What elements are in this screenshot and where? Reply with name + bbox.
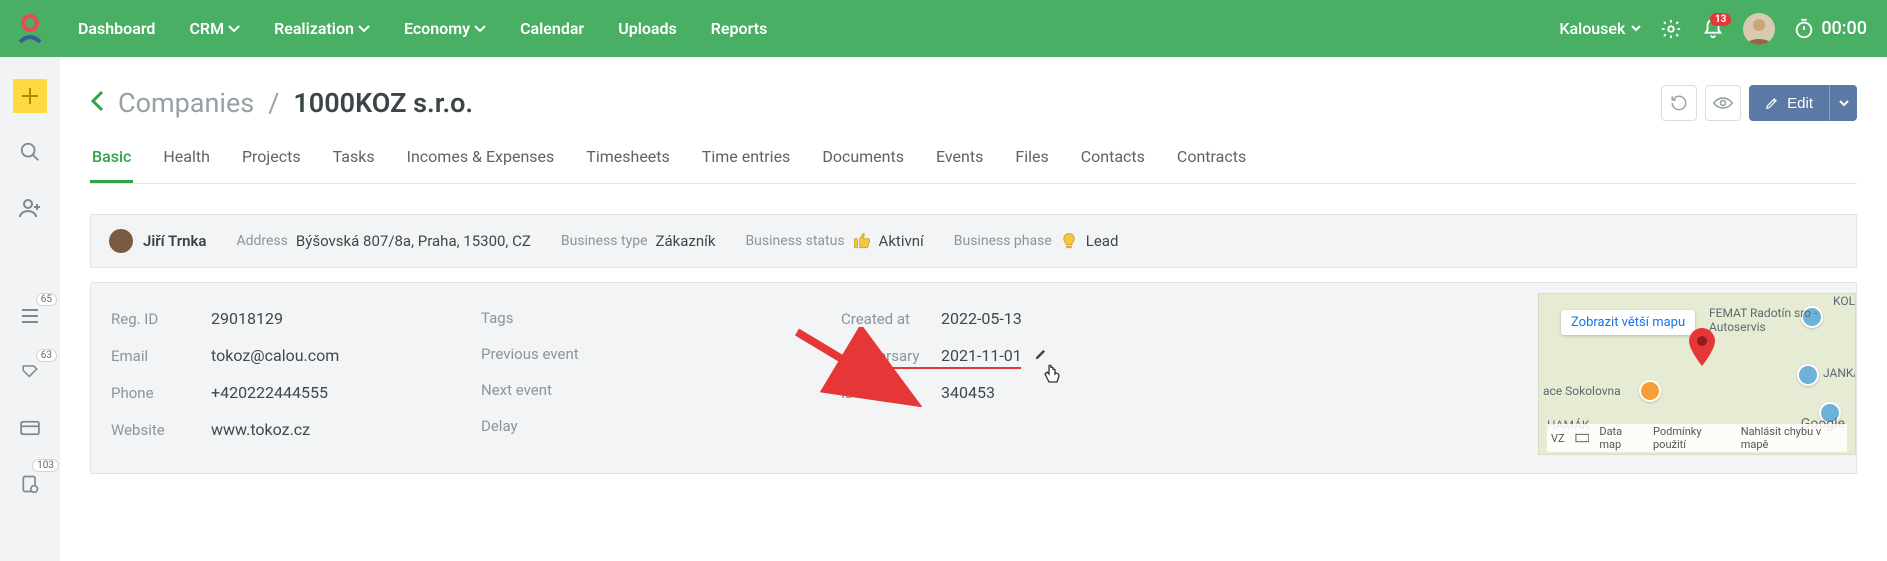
row-next-event: Next event <box>481 381 841 399</box>
edit-button[interactable]: Edit <box>1749 85 1829 121</box>
row-phone: Phone+420222444555 <box>111 383 481 402</box>
map-label: ace Sokolovna <box>1543 384 1621 398</box>
tab-projects[interactable]: Projects <box>240 147 303 183</box>
chevron-down-icon <box>358 25 370 33</box>
add-user-icon[interactable] <box>13 191 47 225</box>
avatar[interactable] <box>1743 13 1775 45</box>
settings-icon[interactable] <box>1659 17 1683 41</box>
detail-panel: Reg. ID29018129 Emailtokoz@calou.com Pho… <box>90 282 1857 474</box>
row-regid: Reg. ID29018129 <box>111 309 481 328</box>
address-field: Address Býšovská 807/8a, Praha, 15300, C… <box>236 232 530 250</box>
card-icon[interactable] <box>13 411 47 445</box>
row-prev-event: Previous event <box>481 345 841 363</box>
inbox-icon[interactable]: 63 <box>13 355 47 389</box>
row-created-at: Created at2022-05-13 <box>841 309 1201 328</box>
info-strip: Jiří Trnka Address Býšovská 807/8a, Prah… <box>90 214 1857 268</box>
nav-calendar[interactable]: Calendar <box>520 19 584 38</box>
back-button[interactable] <box>90 90 104 116</box>
nav-reports[interactable]: Reports <box>711 19 768 38</box>
pencil-icon <box>1765 96 1779 110</box>
business-phase-field: Business phase Lead <box>954 232 1119 250</box>
timer-value: 00:00 <box>1821 18 1867 39</box>
row-anniversary: Anniversary 2021-11-01 <box>841 346 1201 365</box>
map-footer: VZ Data map Podmínky použití Nahlásit ch… <box>1547 424 1847 452</box>
nav-uploads[interactable]: Uploads <box>618 19 677 38</box>
user-name: Kalousek <box>1559 19 1625 38</box>
edit-dropdown[interactable] <box>1829 85 1857 121</box>
app-logo[interactable] <box>0 14 60 44</box>
map-expand-link[interactable]: Zobrazit větší mapu <box>1561 310 1695 335</box>
stopwatch-icon <box>1793 18 1815 40</box>
user-menu[interactable]: Kalousek <box>1559 19 1641 38</box>
tab-timesheets[interactable]: Timesheets <box>584 147 671 183</box>
list-icon[interactable]: 65 <box>13 299 47 333</box>
history-button[interactable] <box>1661 85 1697 121</box>
nav-economy[interactable]: Economy <box>404 19 486 38</box>
map-poi-icon <box>1639 380 1661 402</box>
add-button[interactable] <box>13 79 47 113</box>
search-icon[interactable] <box>13 135 47 169</box>
tab-incomes-expenses[interactable]: Incomes & Expenses <box>405 147 557 183</box>
nav-realization[interactable]: Realization <box>274 19 370 38</box>
bell-icon[interactable]: 13 <box>1701 17 1725 41</box>
tab-contacts[interactable]: Contacts <box>1079 147 1147 183</box>
timer[interactable]: 00:00 <box>1793 18 1867 40</box>
tab-contracts[interactable]: Contracts <box>1175 147 1248 183</box>
business-status-field: Business status Aktivní <box>745 232 923 250</box>
owner-name: Jiří Trnka <box>143 232 206 250</box>
row-delay: Delay <box>481 417 841 435</box>
breadcrumb: Companies / 1000KOZ s.r.o. <box>118 87 473 119</box>
row-website: Websitewww.tokoz.cz <box>111 420 481 439</box>
tab-time-entries[interactable]: Time entries <box>700 147 793 183</box>
inbox-badge: 63 <box>36 349 57 362</box>
nav-dashboard[interactable]: Dashboard <box>78 19 155 38</box>
chevron-down-icon <box>1839 100 1849 107</box>
row-tags: Tags <box>481 309 841 327</box>
breadcrumb-current: 1000KOZ s.r.o. <box>293 87 473 119</box>
owner[interactable]: Jiří Trnka <box>109 229 206 253</box>
owner-avatar <box>109 229 133 253</box>
attach-badge: 103 <box>32 459 59 472</box>
cursor-icon <box>1043 364 1061 382</box>
tab-events[interactable]: Events <box>934 147 985 183</box>
edit-anniversary-icon[interactable] <box>1034 346 1048 365</box>
nav-crm[interactable]: CRM <box>189 19 240 38</box>
chevron-down-icon <box>1631 25 1641 32</box>
map[interactable]: Zobrazit větší mapu FEMAT Radotín sro - … <box>1538 293 1856 455</box>
chevron-down-icon <box>228 25 240 33</box>
watch-button[interactable] <box>1705 85 1741 121</box>
business-type-field: Business type Zákazník <box>561 232 716 250</box>
notif-badge: 13 <box>1710 13 1731 26</box>
tab-files[interactable]: Files <box>1013 147 1050 183</box>
breadcrumb-parent[interactable]: Companies <box>118 87 254 119</box>
tab-documents[interactable]: Documents <box>820 147 906 183</box>
keyboard-icon <box>1575 433 1590 443</box>
highlight-underline <box>841 367 1021 369</box>
row-email: Emailtokoz@calou.com <box>111 346 481 365</box>
tabs: Basic Health Projects Tasks Incomes & Ex… <box>90 147 1857 184</box>
tab-basic[interactable]: Basic <box>90 147 133 183</box>
tab-health[interactable]: Health <box>161 147 212 183</box>
bulb-icon <box>1060 232 1078 250</box>
row-id: ID340453 <box>841 383 1201 402</box>
tab-tasks[interactable]: Tasks <box>331 147 377 183</box>
map-label: FEMAT Radotín sro - Autoservis <box>1709 306 1855 334</box>
thumb-up-icon <box>853 232 871 250</box>
map-label: JANKA <box>1823 366 1856 380</box>
chevron-down-icon <box>474 25 486 33</box>
map-poi-icon <box>1797 364 1819 386</box>
list-badge: 65 <box>36 293 57 306</box>
map-label: KOL <box>1833 294 1855 308</box>
attach-icon[interactable]: 103 <box>13 467 47 501</box>
